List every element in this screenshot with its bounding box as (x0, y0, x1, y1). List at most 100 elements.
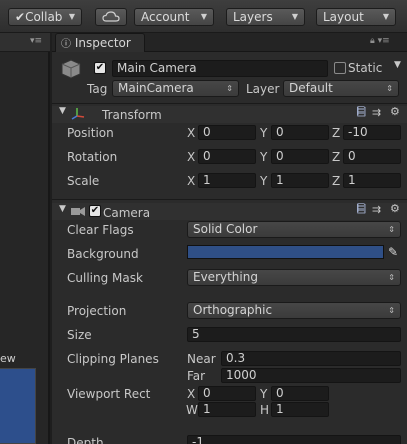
layer-value: Default (289, 81, 333, 95)
position-y-field[interactable]: 0 (271, 125, 329, 140)
eyedropper-icon[interactable]: ✎ (388, 245, 398, 259)
clear-flags-label: Clear Flags (67, 223, 134, 237)
scale-label: Scale (67, 174, 100, 188)
axis-y-label: Y (260, 150, 268, 164)
camera-icon (71, 207, 85, 216)
rotation-z-field[interactable]: 0 (343, 149, 401, 164)
gameobject-name-field[interactable]: Main Camera (112, 60, 328, 77)
camera-enabled-checkbox[interactable]: ✔ (89, 205, 101, 217)
rotation-label: Rotation (67, 150, 118, 164)
near-label: Near (187, 352, 216, 366)
size-field[interactable]: 5 (187, 327, 401, 342)
static-label: Static (348, 61, 383, 75)
axis-y-label: Y (260, 126, 268, 140)
layer-label: Layer (246, 82, 280, 96)
inspector-tab-label: Inspector (74, 36, 131, 50)
tag-label: Tag (87, 82, 108, 96)
size-label: Size (67, 328, 92, 342)
static-checkbox[interactable] (334, 62, 346, 74)
updown-arrow-icon: ⇕ (386, 84, 393, 93)
layers-label: Layers (233, 10, 273, 24)
lock-icon[interactable]: 🔒︎ ▾≡ (370, 36, 390, 46)
presets-icon[interactable]: ⇉ (372, 203, 381, 216)
rotation-x-field[interactable]: 0 (198, 149, 256, 164)
separator (52, 103, 407, 104)
view-label: ew (0, 352, 16, 365)
culling-mask-value: Everything (193, 270, 258, 284)
axis-z-label: Z (332, 174, 341, 188)
game-view-preview[interactable] (0, 368, 36, 444)
scale-z-field[interactable]: 1 (343, 173, 401, 188)
viewport-x-field[interactable]: 0 (198, 386, 256, 401)
active-checkbox[interactable]: ✔ (94, 62, 106, 74)
gear-icon[interactable]: ⚙ (390, 105, 400, 118)
projection-label: Projection (67, 304, 127, 318)
scale-x-field[interactable]: 1 (198, 173, 256, 188)
position-x-field[interactable]: 0 (198, 125, 256, 140)
culling-mask-dropdown[interactable]: Everything ⇕ (187, 269, 401, 286)
updown-arrow-icon: ⇕ (388, 273, 395, 282)
collab-label: Collab (25, 10, 63, 24)
axis-y-label: Y (260, 174, 268, 188)
account-label: Account (141, 10, 190, 24)
transform-title: Transform (102, 108, 162, 122)
far-field[interactable]: 1000 (221, 368, 401, 383)
axis-x-label: X (187, 126, 196, 140)
dropdown-arrow-icon: ▼ (382, 12, 389, 21)
axis-x-label: X (187, 174, 196, 188)
viewport-h-field[interactable]: 1 (271, 402, 329, 417)
foldout-arrow-icon[interactable]: ▼ (59, 106, 66, 116)
viewport-rect-label: Viewport Rect (67, 387, 151, 401)
updown-arrow-icon: ⇕ (388, 225, 395, 234)
axis-z-label: Z (332, 150, 341, 164)
rotation-y-field[interactable]: 0 (271, 149, 329, 164)
layout-label: Layout (323, 10, 364, 24)
cloud-icon (102, 11, 120, 22)
dropdown-arrow-icon: ▼ (68, 12, 75, 21)
viewport-y-field[interactable]: 0 (271, 386, 329, 401)
background-label: Background (67, 247, 139, 261)
clear-flags-dropdown[interactable]: Solid Color ⇕ (187, 221, 401, 238)
collab-button[interactable]: ✔Collab ▼ (8, 8, 82, 26)
panel-menu-icon[interactable]: ▾≡ (30, 36, 42, 46)
clipping-planes-label: Clipping Planes (67, 352, 159, 366)
dropdown-arrow-icon: ▼ (200, 12, 207, 21)
clear-flags-value: Solid Color (193, 222, 258, 236)
layer-dropdown[interactable]: Default ⇕ (283, 80, 399, 97)
presets-icon[interactable]: ⇉ (372, 106, 381, 119)
background-color-swatch[interactable] (187, 245, 384, 259)
far-label: Far (187, 369, 206, 383)
viewport-w-field[interactable]: 1 (198, 402, 256, 417)
camera-title: Camera (103, 206, 151, 220)
layers-dropdown[interactable]: Layers ▼ (226, 8, 305, 26)
check-icon: ✔ (15, 10, 26, 24)
separator (52, 199, 407, 200)
axis-x-label: X (187, 150, 196, 164)
account-dropdown[interactable]: Account ▼ (134, 8, 214, 26)
position-z-field[interactable]: -10 (343, 125, 401, 140)
foldout-arrow-icon[interactable]: ▼ (59, 204, 66, 214)
depth-label: Depth (67, 436, 104, 444)
help-book-icon[interactable]: 📘︎ (355, 204, 368, 215)
axis-z-label: Z (332, 126, 341, 140)
help-book-icon[interactable]: 📘︎ (355, 107, 368, 118)
gear-icon[interactable]: ⚙ (390, 202, 400, 215)
near-field[interactable]: 0.3 (221, 351, 401, 366)
culling-mask-label: Culling Mask (67, 271, 143, 285)
left-panel-tab-bar (0, 33, 50, 52)
tab-inspector[interactable]: ⓘ Inspector (55, 33, 145, 52)
depth-field[interactable]: -1 (187, 435, 401, 444)
static-dropdown-arrow-icon[interactable]: ▼ (394, 60, 401, 70)
cloud-button[interactable] (95, 8, 127, 26)
projection-dropdown[interactable]: Orthographic ⇕ (187, 302, 401, 319)
gameobject-cube-icon (61, 59, 81, 79)
projection-value: Orthographic (193, 303, 273, 317)
axis-h-label: H (260, 403, 270, 417)
layout-dropdown[interactable]: Layout ▼ (316, 8, 396, 26)
scale-y-field[interactable]: 1 (271, 173, 329, 188)
updown-arrow-icon: ⇕ (226, 84, 233, 93)
tag-dropdown[interactable]: MainCamera ⇕ (112, 80, 239, 97)
updown-arrow-icon: ⇕ (388, 306, 395, 315)
axis-w-label: W (186, 403, 198, 417)
axis-y-label: Y (260, 387, 268, 401)
